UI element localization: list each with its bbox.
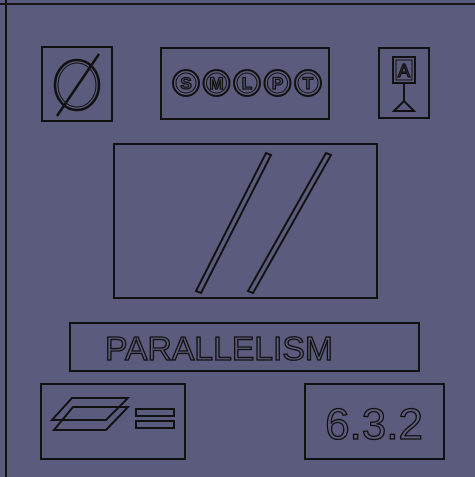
datum-button[interactable]: A	[378, 47, 430, 119]
size-modifier-s[interactable]: S	[172, 69, 200, 97]
size-modifier-letter: T	[303, 74, 314, 93]
size-modifier-letter: S	[180, 74, 191, 93]
diameter-button[interactable]	[41, 46, 113, 122]
datum-target-icon: A	[391, 56, 417, 112]
parallel-planes-equals-icon	[49, 397, 175, 431]
size-modifier-letter: L	[242, 74, 252, 93]
size-modifier-letter: P	[272, 74, 283, 93]
left-frame-line	[0, 0, 7, 477]
diameter-symbol-icon	[53, 53, 101, 117]
size-modifier-m[interactable]: M	[202, 69, 231, 97]
page-title: PARALLELISM	[105, 330, 333, 367]
size-modifier-letter: M	[209, 74, 223, 93]
parallel-lines-icon	[194, 151, 333, 295]
datum-letter: A	[398, 61, 410, 81]
top-frame-line	[0, 0, 475, 5]
size-modifier-symbols: SML P T	[172, 69, 322, 97]
size-modifier-group: SML P T	[160, 47, 330, 120]
size-modifier-p[interactable]: P	[263, 69, 292, 97]
title-bar: PARALLELISM	[69, 322, 420, 372]
reference-code-box: 6.3.2	[304, 383, 445, 460]
size-modifier-l[interactable]: L	[233, 69, 261, 97]
parallelism-preview	[113, 143, 378, 299]
size-modifier-t[interactable]: T	[294, 69, 322, 97]
parallel-planes-button[interactable]	[40, 383, 186, 460]
reference-code: 6.3.2	[325, 400, 423, 449]
